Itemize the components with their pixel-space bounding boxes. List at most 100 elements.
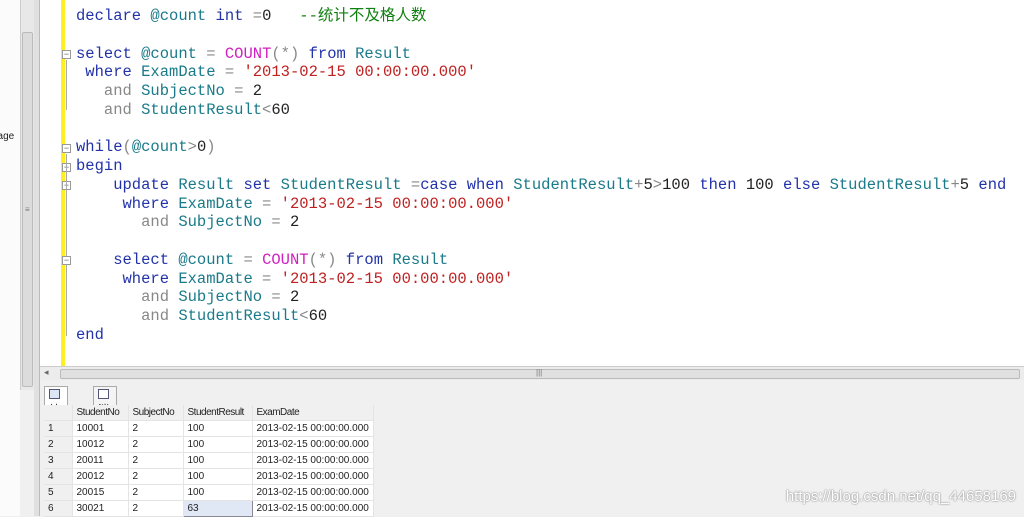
code-token: where — [76, 269, 179, 288]
code-line[interactable]: and SubjectNo = 2 — [76, 288, 1006, 307]
table-cell[interactable]: 20011 — [72, 452, 129, 469]
tab-results[interactable]: 结果 — [44, 386, 68, 432]
code-line[interactable] — [76, 232, 1006, 251]
code-token: @count — [150, 7, 216, 25]
code-token: 100 — [662, 175, 700, 194]
row-number[interactable]: 3 — [44, 452, 73, 469]
code-token: while — [76, 138, 123, 157]
code-token: ExamDate — [178, 194, 263, 213]
code-line[interactable]: begin — [76, 157, 1006, 176]
table-row[interactable]: 4 20012 2 100 2013-02-15 00:00:00.000 — [44, 468, 374, 485]
row-number[interactable]: 5 — [44, 484, 73, 501]
code-token: StudentResult — [141, 100, 263, 119]
code-token: = — [243, 250, 263, 269]
table-row[interactable]: 6 30021 2 63 2013-02-15 00:00:00.000 — [44, 499, 374, 517]
sql-editor[interactable]: − − − − − declare @count int =0 --统计不及格人… — [40, 0, 1024, 366]
horizontal-scrollbar[interactable]: ◂ ||| — [40, 366, 1024, 380]
code-token: ) — [206, 138, 216, 157]
table-row[interactable]: 5 20015 2 100 2013-02-15 00:00:00.000 — [44, 484, 374, 501]
table-cell[interactable]: 2 — [128, 500, 184, 517]
code-line[interactable]: select @count = COUNT(*) from Result — [76, 251, 1006, 270]
code-line[interactable]: where ExamDate = '2013-02-15 00:00:00.00… — [76, 270, 1006, 289]
tab-messages[interactable]: 消息 — [93, 386, 117, 432]
table-cell[interactable]: 20015 — [72, 484, 129, 501]
code-line[interactable]: and SubjectNo = 2 — [76, 82, 1006, 101]
column-header[interactable]: StudentResult — [183, 405, 253, 421]
scroll-thumb[interactable]: ||| — [60, 368, 1020, 379]
collapse-icon[interactable]: − — [62, 256, 71, 265]
table-cell[interactable]: 30021 — [72, 500, 129, 517]
table-cell[interactable]: 2013-02-15 00:00:00.000 — [252, 436, 374, 453]
code-line[interactable]: where ExamDate = '2013-02-15 00:00:00.00… — [76, 195, 1006, 214]
code-line[interactable]: while(@count>0) — [76, 138, 1006, 157]
watermark: https://blog.csdn.net/qq_44658169 — [785, 488, 1016, 505]
table-cell[interactable]: 2013-02-15 00:00:00.000 — [252, 500, 374, 517]
code-line[interactable] — [76, 26, 1006, 45]
table-cell[interactable]: 10012 — [72, 436, 129, 453]
code-token: < — [299, 307, 309, 326]
code-line[interactable]: and StudentResult<60 — [76, 307, 1006, 326]
grip-icon: ||| — [536, 368, 543, 377]
code-line[interactable]: update Result set StudentResult =case wh… — [76, 176, 1006, 195]
code-token: StudentResult — [178, 307, 300, 326]
column-header[interactable]: StudentNo — [72, 405, 129, 421]
table-cell[interactable]: 2 — [128, 420, 184, 437]
code-token: from — [345, 250, 393, 269]
code-token: (*) — [308, 250, 346, 269]
table-cell[interactable]: 10001 — [72, 420, 129, 437]
code-line[interactable]: where ExamDate = '2013-02-15 00:00:00.00… — [76, 63, 1006, 82]
code-token: 60 — [308, 307, 328, 326]
code-token: = — [206, 44, 225, 63]
table-cell[interactable]: 2013-02-15 00:00:00.000 — [252, 484, 374, 501]
scroll-left-icon[interactable]: ◂ — [44, 367, 49, 378]
code-token: + — [950, 175, 960, 194]
code-line[interactable]: end — [76, 326, 1006, 345]
table-cell[interactable]: 2 — [128, 452, 184, 469]
results-grid: StudentNo SubjectNo StudentResult ExamDate … — [44, 405, 374, 517]
row-number[interactable]: 6 — [44, 500, 73, 517]
row-number[interactable]: 2 — [44, 436, 73, 453]
scroll-thumb[interactable]: ≡ — [22, 32, 33, 387]
table-cell[interactable]: 100 — [183, 420, 253, 437]
code-line[interactable]: and SubjectNo = 2 — [76, 213, 1006, 232]
fold-line — [66, 60, 67, 110]
table-cell[interactable]: 2 — [128, 484, 184, 501]
table-cell[interactable]: 2 — [128, 468, 184, 485]
code-token: and — [76, 100, 142, 119]
table-cell[interactable]: 63 — [182, 499, 253, 517]
table-cell[interactable]: 100 — [183, 452, 253, 469]
table-row[interactable]: 3 20011 2 100 2013-02-15 00:00:00.000 — [44, 452, 374, 469]
table-cell[interactable]: 2013-02-15 00:00:00.000 — [252, 452, 374, 469]
code-token: 100 — [745, 175, 784, 194]
row-number[interactable]: 1 — [44, 420, 73, 437]
table-cell[interactable]: 100 — [183, 468, 253, 485]
code-token: select — [76, 44, 142, 63]
code-token: and — [76, 82, 142, 101]
collapse-icon[interactable]: − — [62, 144, 71, 153]
code-line[interactable]: select @count = COUNT(*) from Result — [76, 45, 1006, 64]
table-cell[interactable]: 100 — [183, 436, 253, 453]
column-header[interactable]: ExamDate — [252, 405, 374, 421]
code-text[interactable]: declare @count int =0 --统计不及格人数 select @c… — [76, 7, 1006, 345]
table-row[interactable]: 1 10001 2 100 2013-02-15 00:00:00.000 — [44, 420, 374, 437]
column-header[interactable]: SubjectNo — [128, 405, 184, 421]
code-line[interactable] — [76, 120, 1006, 139]
code-line[interactable]: declare @count int =0 --统计不及格人数 — [76, 7, 1006, 26]
code-token: Result — [355, 44, 411, 63]
table-cell[interactable]: 20012 — [72, 468, 129, 485]
table-cell[interactable]: 2 — [128, 436, 184, 453]
table-row[interactable]: 2 10012 2 100 2013-02-15 00:00:00.000 — [44, 436, 374, 453]
corner-cell[interactable] — [44, 405, 73, 421]
table-cell[interactable]: 2013-02-15 00:00:00.000 — [252, 468, 374, 485]
table-cell[interactable]: 2013-02-15 00:00:00.000 — [252, 420, 374, 437]
code-token: ExamDate — [141, 63, 225, 82]
code-token: = — [271, 288, 290, 307]
code-token: then — [699, 175, 746, 194]
code-token: StudentResult — [829, 175, 951, 194]
code-token: 0 — [196, 138, 207, 157]
row-number[interactable]: 4 — [44, 468, 73, 485]
vertical-scrollbar[interactable]: ≡ — [20, 0, 34, 390]
code-line[interactable]: and StudentResult<60 — [76, 101, 1006, 120]
collapse-icon[interactable]: − — [62, 50, 71, 59]
table-cell[interactable]: 100 — [183, 484, 253, 501]
